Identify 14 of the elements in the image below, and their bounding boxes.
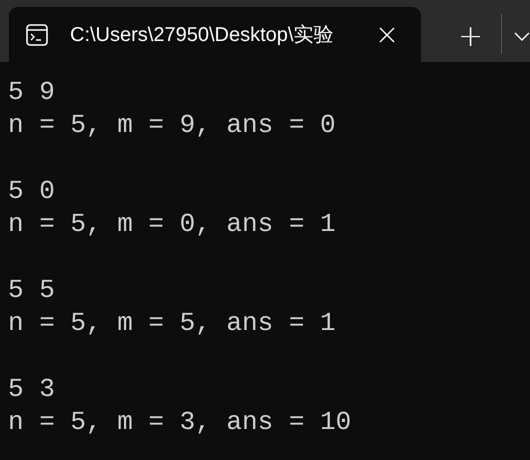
output-line: n = 5, m = 0, ans = 1	[8, 208, 337, 241]
tab-title: C:\Users\27950\Desktop\实验	[70, 23, 334, 48]
input-line: 5 5	[8, 274, 56, 307]
input-line: 5 0	[8, 175, 56, 208]
terminal-tab[interactable]: C:\Users\27950\Desktop\实验	[9, 7, 421, 62]
output-line: n = 5, m = 5, ans = 1	[8, 307, 337, 340]
output-line: n = 5, m = 9, ans = 0	[8, 109, 337, 142]
input-line: 5 9	[8, 76, 56, 109]
output-line: n = 5, m = 3, ans = 10	[8, 406, 352, 439]
new-tab-button[interactable]: +	[450, 20, 492, 54]
chevron-down-icon[interactable]	[514, 32, 530, 42]
terminal-icon	[26, 24, 48, 46]
input-line: 5 3	[8, 373, 56, 406]
close-icon[interactable]	[378, 26, 395, 42]
